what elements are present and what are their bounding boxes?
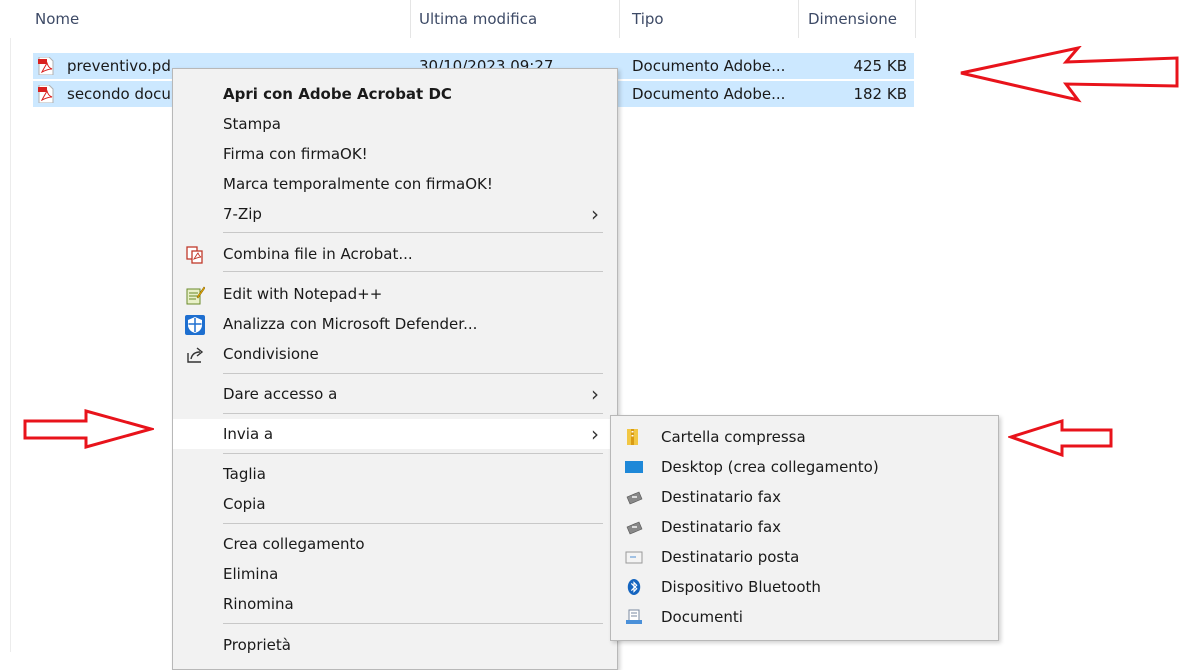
pane-divider — [10, 38, 11, 652]
submenu-item-zip-folder[interactable]: Cartella compressa — [611, 422, 998, 452]
menu-item-defender[interactable]: Analizza con Microsoft Defender... — [173, 309, 617, 339]
file-type: Documento Adobe... — [632, 85, 786, 103]
submenu-item-fax[interactable]: Destinatario fax — [611, 482, 998, 512]
submenu-item-desktop[interactable]: Desktop (crea collegamento) — [611, 452, 998, 482]
fax-icon — [626, 521, 643, 535]
menu-item-cut[interactable]: Taglia — [173, 459, 617, 489]
annotation-arrow-right-icon — [23, 409, 154, 449]
acrobat-combine-icon — [186, 246, 203, 264]
menu-item-label: Crea collegamento — [223, 535, 365, 553]
chevron-right-icon: › — [591, 202, 599, 226]
submenu-item-label: Documenti — [661, 608, 743, 626]
menu-separator — [223, 623, 603, 624]
menu-item-send-to[interactable]: Invia a › — [173, 419, 617, 449]
zip-folder-icon — [627, 429, 638, 445]
menu-item-timestamp[interactable]: Marca temporalmente con firmaOK! — [173, 169, 617, 199]
menu-item-sign[interactable]: Firma con firmaOK! — [173, 139, 617, 169]
chevron-right-icon: › — [591, 422, 599, 446]
submenu-item-label: Destinatario posta — [661, 548, 800, 566]
menu-item-copy[interactable]: Copia — [173, 489, 617, 519]
menu-item-share[interactable]: Condivisione — [173, 339, 617, 369]
submenu-item-label: Destinatario fax — [661, 518, 782, 536]
menu-item-label: Analizza con Microsoft Defender... — [223, 315, 478, 333]
annotation-arrow-left-icon — [960, 46, 1179, 103]
menu-item-properties[interactable]: Proprietà — [173, 630, 617, 660]
send-to-submenu: Cartella compressa Desktop (crea collega… — [610, 415, 999, 641]
menu-item-print[interactable]: Stampa — [173, 109, 617, 139]
submenu-item-label: Dispositivo Bluetooth — [661, 578, 821, 596]
menu-separator — [223, 271, 603, 272]
menu-item-label: Dare accesso a — [223, 385, 338, 403]
menu-item-open-acrobat[interactable]: Apri con Adobe Acrobat DC — [173, 79, 617, 109]
menu-separator — [223, 523, 603, 524]
menu-item-label: Rinomina — [223, 595, 294, 613]
column-separator[interactable] — [619, 0, 620, 38]
submenu-item-label: Desktop (crea collegamento) — [661, 458, 879, 476]
menu-item-label: 7-Zip — [223, 205, 262, 223]
menu-item-label: Firma con firmaOK! — [223, 145, 368, 163]
submenu-item-label: Cartella compressa — [661, 428, 806, 446]
column-separator[interactable] — [798, 0, 799, 38]
desktop-icon — [625, 461, 643, 473]
menu-item-label: Copia — [223, 495, 266, 513]
submenu-item-documents[interactable]: Documenti — [611, 602, 998, 632]
menu-item-notepad[interactable]: Edit with Notepad++ — [173, 279, 617, 309]
mail-icon — [625, 551, 643, 564]
submenu-item-mail[interactable]: Destinatario posta — [611, 542, 998, 572]
file-name: secondo docu — [67, 85, 171, 103]
notepad-plus-plus-icon — [186, 286, 205, 305]
column-header-size[interactable]: Dimensione — [808, 0, 897, 38]
menu-item-label: Stampa — [223, 115, 281, 133]
menu-item-create-shortcut[interactable]: Crea collegamento — [173, 529, 617, 559]
file-name: preventivo.pdf — [67, 57, 171, 75]
menu-item-give-access[interactable]: Dare accesso a › — [173, 379, 617, 409]
file-size: 182 KB — [853, 85, 907, 103]
menu-item-label: Apri con Adobe Acrobat DC — [223, 85, 452, 103]
menu-item-label: Invia a — [223, 425, 274, 443]
menu-separator — [223, 413, 603, 414]
documents-icon — [626, 609, 642, 624]
fax-icon — [626, 491, 643, 505]
annotation-arrow-left-icon — [1008, 418, 1113, 458]
menu-item-label: Edit with Notepad++ — [223, 285, 383, 303]
file-type: Documento Adobe... — [632, 57, 786, 75]
menu-item-label: Elimina — [223, 565, 279, 583]
menu-item-delete[interactable]: Elimina — [173, 559, 617, 589]
pdf-file-icon — [38, 57, 54, 75]
menu-item-label: Combina file in Acrobat... — [223, 245, 413, 263]
menu-item-label: Marca temporalmente con firmaOK! — [223, 175, 493, 193]
pdf-file-icon — [38, 85, 54, 103]
menu-item-label: Taglia — [223, 465, 266, 483]
menu-separator — [223, 373, 603, 374]
bluetooth-icon — [627, 579, 641, 595]
menu-separator — [223, 453, 603, 454]
submenu-item-bluetooth[interactable]: Dispositivo Bluetooth — [611, 572, 998, 602]
share-icon — [187, 347, 204, 363]
context-menu: Apri con Adobe Acrobat DC Stampa Firma c… — [172, 68, 618, 670]
defender-shield-icon — [185, 315, 205, 335]
column-separator[interactable] — [915, 0, 916, 38]
submenu-item-fax[interactable]: Destinatario fax — [611, 512, 998, 542]
column-header-modified[interactable]: Ultima modifica — [419, 0, 537, 38]
column-header-type[interactable]: Tipo — [632, 0, 664, 38]
column-separator[interactable] — [410, 0, 411, 38]
menu-item-combine-acrobat[interactable]: Combina file in Acrobat... — [173, 239, 617, 269]
menu-item-label: Proprietà — [223, 636, 291, 654]
chevron-right-icon: › — [591, 382, 599, 406]
column-header-name[interactable]: Nome — [35, 0, 79, 38]
submenu-item-label: Destinatario fax — [661, 488, 782, 506]
file-size: 425 KB — [853, 57, 907, 75]
menu-item-rename[interactable]: Rinomina — [173, 589, 617, 619]
menu-item-label: Condivisione — [223, 345, 319, 363]
menu-separator — [223, 232, 603, 233]
menu-item-7zip[interactable]: 7-Zip › — [173, 199, 617, 229]
